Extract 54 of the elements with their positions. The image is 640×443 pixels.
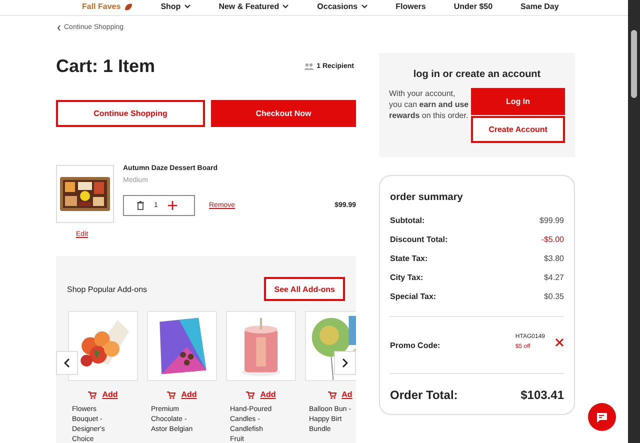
- nav-link[interactable]: Flowers: [396, 2, 426, 11]
- summary-value: -$5.00: [541, 235, 564, 244]
- scrollbar-thumb[interactable]: [631, 30, 637, 98]
- summary-value: $0.35: [544, 292, 564, 301]
- chevron-down-icon: [282, 4, 290, 9]
- chat-button[interactable]: [588, 403, 616, 431]
- close-icon[interactable]: [555, 338, 564, 346]
- trash-icon[interactable]: [137, 201, 144, 210]
- people-icon: [304, 63, 314, 70]
- summary-value: $4.27: [544, 273, 564, 282]
- checkout-button[interactable]: Checkout Now: [211, 100, 356, 127]
- summary-label: City Tax:: [390, 273, 424, 282]
- nav-link[interactable]: Same Day: [520, 2, 559, 11]
- summary-label: Subtotal:: [390, 216, 425, 225]
- add-button[interactable]: Add: [226, 390, 296, 399]
- see-all-button[interactable]: See All Add-ons: [264, 277, 345, 301]
- nav-link[interactable]: Under $50: [454, 2, 493, 11]
- total-value: $103.41: [520, 388, 564, 402]
- addons-title: Shop Popular Add-ons: [67, 284, 148, 294]
- add-button[interactable]: Add: [147, 390, 217, 399]
- next-button[interactable]: [334, 351, 356, 375]
- add-button[interactable]: Ad: [305, 390, 356, 399]
- nav-link[interactable]: New & Featured: [218, 2, 290, 11]
- cart-icon: [246, 390, 256, 398]
- nav-link[interactable]: Shop: [160, 2, 191, 11]
- cart-title: Cart: 1 Item: [56, 56, 156, 77]
- create-account-button[interactable]: Create Account: [471, 116, 565, 143]
- chevron-left-icon: [57, 24, 61, 30]
- nav-link[interactable]: Occasions: [317, 2, 368, 11]
- summary-label: Discount Total:: [390, 235, 448, 244]
- login-button[interactable]: Log In: [471, 88, 565, 115]
- chevron-right-icon: [342, 358, 348, 368]
- summary-value: $99.99: [540, 216, 564, 225]
- cart-icon: [167, 390, 176, 398]
- total-label: Order Total:: [390, 388, 458, 402]
- cart-icon: [328, 390, 337, 398]
- summary-label: State Tax:: [390, 254, 428, 263]
- chevron-down-icon: [360, 4, 368, 9]
- summary-value: $3.80: [544, 254, 564, 263]
- chevron-left-icon: [64, 358, 70, 368]
- summary-title: order summary: [390, 192, 464, 203]
- promo-label: Promo Code:: [390, 340, 440, 350]
- account-text: With your account, you can earn and use rewards on this order.: [389, 88, 469, 122]
- plus-icon[interactable]: [168, 201, 177, 210]
- previous-button[interactable]: [56, 351, 78, 375]
- cart-icon: [88, 390, 98, 398]
- leaf-icon: [124, 2, 133, 10]
- nav-link[interactable]: Fall Faves: [82, 2, 133, 11]
- summary-label: Special Tax:: [390, 292, 436, 301]
- add-button[interactable]: Add: [68, 390, 138, 399]
- continue-shopping-button[interactable]: Continue Shopping: [56, 100, 205, 127]
- chevron-down-icon: [184, 4, 191, 9]
- account-title: log in or create an account: [412, 69, 542, 80]
- chat-icon: [596, 412, 608, 422]
